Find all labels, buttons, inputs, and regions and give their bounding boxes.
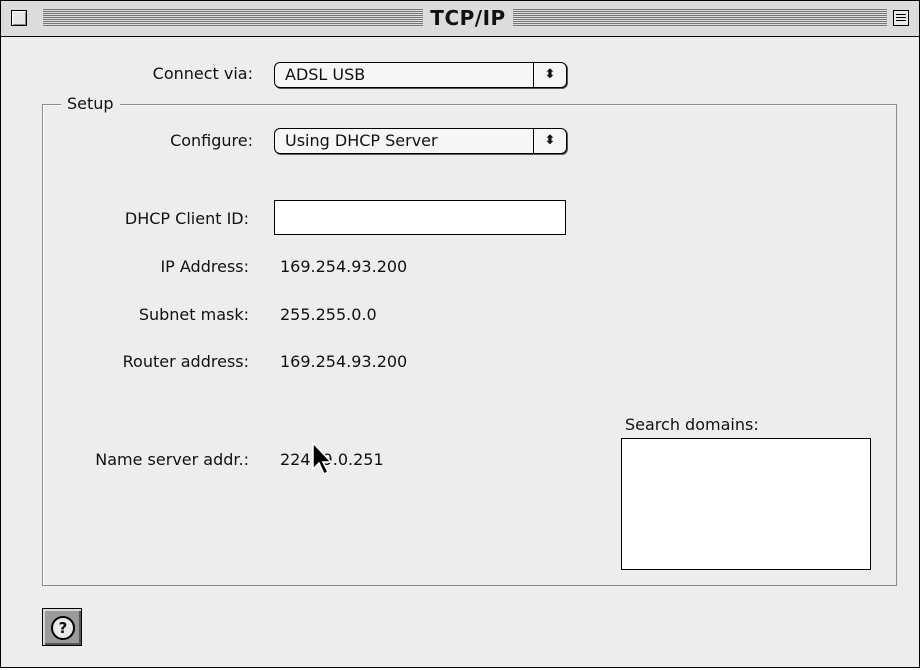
connect-via-label: Connect via: [152,64,253,83]
dhcp-client-id-field[interactable] [274,200,566,235]
help-button[interactable]: ? [42,608,82,646]
question-mark-icon: ? [51,616,75,640]
ip-address-label: IP Address: [160,257,249,276]
title-bar[interactable]: TCP/IP [1,1,919,37]
dhcp-client-id-label: DHCP Client ID: [124,209,249,228]
search-domains-label: Search domains: [625,415,759,434]
subnet-mask-label: Subnet mask: [138,305,249,324]
router-address-value: 169.254.93.200 [280,352,408,371]
name-server-label: Name server addr.: [95,450,249,469]
window-title: TCP/IP [430,6,506,30]
name-server-value-start: 224 [280,450,311,469]
up-down-arrows-icon: ⬍ [533,63,566,87]
tcpip-window: TCP/IP Connect via: ADSL USB ⬍ Setup Con… [0,0,920,668]
connect-via-selected: ADSL USB [285,65,366,84]
close-box-icon[interactable] [11,10,27,26]
setup-group-title: Setup [61,94,120,114]
zoom-box-icon[interactable] [893,10,909,26]
arrow-cursor-icon [312,441,333,476]
subnet-mask-value: 255.255.0.0 [280,305,377,324]
search-domains-field[interactable] [621,438,871,570]
up-down-arrows-icon: ⬍ [533,129,566,153]
title-stripes-right [513,9,887,26]
router-address-label: Router address: [122,352,249,371]
connect-via-popup[interactable]: ADSL USB ⬍ [274,62,567,88]
configure-label: Configure: [170,131,253,150]
title-stripes-left [43,9,423,26]
configure-popup[interactable]: Using DHCP Server ⬍ [274,128,567,154]
ip-address-value: 169.254.93.200 [280,257,408,276]
configure-selected: Using DHCP Server [285,131,438,150]
